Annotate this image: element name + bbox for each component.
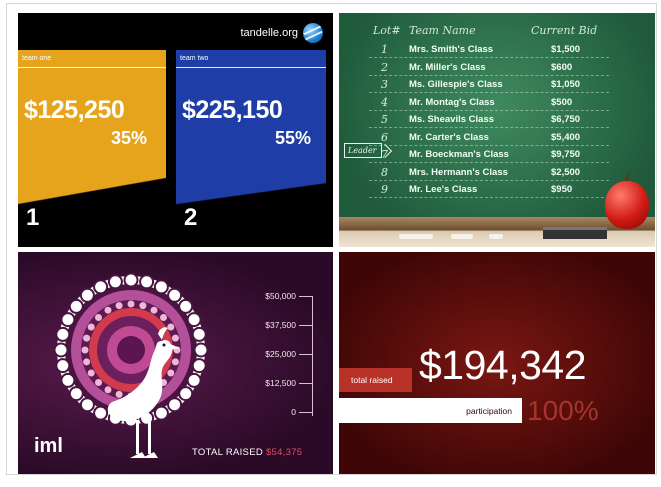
current-bid: $600 [551, 61, 573, 73]
lot-number: 3 [381, 78, 388, 91]
scale-tick [299, 383, 313, 384]
team-name: Mr. Carter's Class [409, 131, 489, 143]
bid-row: 4 Mr. Montag's Class $500 [339, 94, 655, 111]
scale-tick [299, 296, 313, 297]
team-name: Mrs. Smith's Class [409, 44, 494, 55]
current-bid: $6,750 [551, 114, 581, 125]
scale-tick [299, 325, 313, 326]
team-two-card: team two $225,150 55% 2 [176, 50, 326, 247]
scale-tick [299, 412, 313, 413]
chalk-piece [399, 234, 433, 239]
team-name: Mrs. Hermann's Class [409, 166, 508, 178]
scale-axis [312, 296, 313, 416]
team-name: Ms. Gillespie's Class [409, 79, 503, 90]
current-bid: $9,750 [551, 149, 581, 160]
scale-tick [299, 354, 313, 355]
bid-row: 6 Mr. Carter's Class $5,400 [339, 129, 655, 146]
participation-value: 100% [527, 395, 599, 426]
header-team-name: Team Name [409, 24, 476, 37]
bid-row: 1 Mrs. Smith's Class $1,500 [339, 41, 655, 58]
bid-row: 8 Mrs. Hermann's Class $2,500 [339, 164, 655, 181]
lot-number: 9 [381, 183, 388, 196]
lot-number: 5 [381, 113, 388, 126]
scale-tick-label: $25,000 [265, 349, 296, 359]
scale-tick-label: 0 [291, 407, 296, 417]
team-two-rank: 2 [184, 204, 198, 231]
leader-arrow: Leader [344, 143, 382, 158]
apple-icon [605, 181, 649, 229]
header-lot: Lot# [373, 24, 401, 37]
total-raised-value: $194,342 [419, 342, 587, 388]
total-raised-label: total raised [351, 375, 393, 385]
team-totals-slide: tandelle.org team one $125,250 35% 1 tea… [18, 13, 333, 247]
participation-label: participation [466, 406, 512, 416]
team-two-percent: 55% [275, 128, 312, 148]
lot-number: 4 [381, 95, 388, 109]
current-bid: $1,050 [551, 79, 581, 90]
iml-peacock-slide: $50,000 $37,500 $25,000 $12,500 0 iml TOTAL … [18, 252, 333, 474]
globe-icon [303, 23, 323, 43]
leader-label: Leader [348, 146, 377, 155]
team-one-percent: 35% [111, 128, 148, 148]
team-one-label: team one [18, 50, 166, 68]
lot-number: 8 [381, 165, 388, 179]
team-one-amount: $125,250 [24, 96, 125, 124]
team-name: Mr. Boeckman's Class [409, 149, 509, 160]
total-raised-box: total raised [339, 368, 412, 392]
total-raised-line: TOTAL RAISED $54,375 [192, 447, 302, 458]
team-name: Mr. Lee's Class [409, 184, 478, 195]
chalkboard-slide: Lot# Team Name Current Bid 1 Mrs. Smith's… [339, 13, 655, 247]
lot-number: 6 [381, 130, 388, 144]
team-one-rank: 1 [26, 204, 40, 231]
bid-row: 3 Ms. Gillespie's Class $1,050 [339, 76, 655, 93]
team-name: Mr. Montag's Class [409, 96, 495, 108]
shadow-wedge [18, 157, 166, 247]
brand: tandelle.org [240, 23, 323, 43]
total-raised-value: $54,375 [265, 447, 303, 458]
team-one-card: team one $125,250 35% 1 [18, 50, 166, 247]
scale-tick-label: $50,000 [265, 291, 296, 301]
scale-tick-label: $37,500 [265, 320, 296, 330]
shadow-wedge [176, 157, 326, 247]
lot-number: 2 [381, 60, 388, 74]
current-bid: $500 [551, 96, 573, 108]
brand-text: tandelle.org [240, 27, 299, 39]
lot-number: 1 [381, 43, 388, 56]
total-raised-label: TOTAL RAISED [192, 447, 263, 458]
team-name: Ms. Sheavils Class [409, 114, 495, 125]
chalk-piece [489, 234, 503, 239]
bid-row: 5 Ms. Sheavils Class $6,750 [339, 111, 655, 128]
eraser [543, 227, 607, 239]
chalk-ledge [339, 217, 655, 247]
team-two-label: team two [176, 50, 326, 68]
summary-slide: total raised $194,342 participation 100% [339, 252, 655, 474]
scale-tick-label: $12,500 [265, 378, 296, 388]
current-bid: $5,400 [551, 131, 581, 143]
current-bid: $2,500 [551, 166, 581, 178]
team-name: Mr. Miller's Class [409, 61, 486, 73]
participation-box: participation [339, 398, 522, 423]
bid-row: 2 Mr. Miller's Class $600 [339, 59, 655, 76]
chalk-piece [451, 234, 473, 239]
peacock-illustration [53, 272, 209, 458]
team-two-amount: $225,150 [182, 96, 283, 124]
iml-logo: iml [34, 435, 63, 457]
current-bid: $950 [551, 184, 573, 195]
header-current-bid: Current Bid [531, 24, 598, 37]
current-bid: $1,500 [551, 44, 581, 55]
